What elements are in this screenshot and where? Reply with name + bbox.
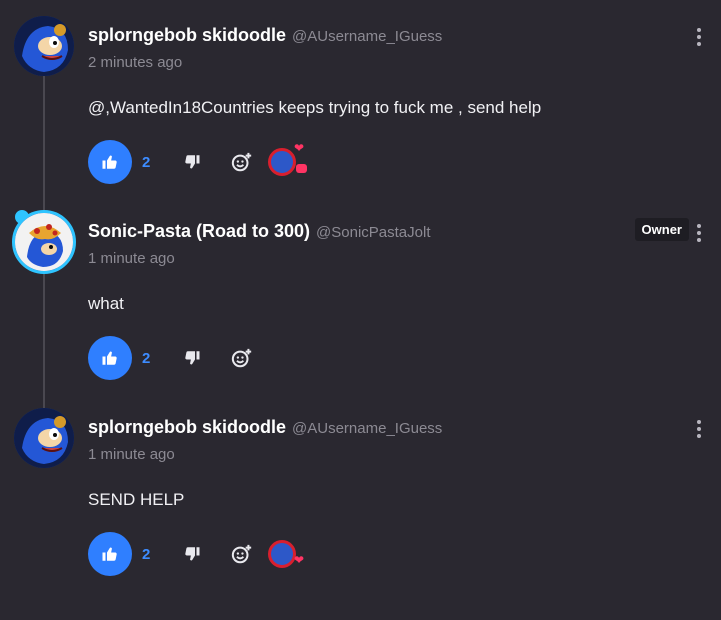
add-reaction-button[interactable] <box>222 140 262 184</box>
display-name[interactable]: splorngebob skidoodle <box>88 417 286 437</box>
comment-actions: 2 ❤ <box>88 140 307 184</box>
like-count: 2 <box>142 153 151 171</box>
like-button[interactable] <box>88 336 132 380</box>
add-reaction-icon <box>231 348 252 368</box>
comment-body: SEND HELP <box>88 490 185 509</box>
dislike-button[interactable] <box>172 532 212 576</box>
avatar[interactable] <box>12 210 76 274</box>
display-name[interactable]: splorngebob skidoodle <box>88 25 286 45</box>
comment-actions: 2 ❤ <box>88 532 304 576</box>
timestamp: 1 minute ago <box>88 446 175 463</box>
reactor-avatar <box>268 148 296 176</box>
add-reaction-icon <box>231 544 252 564</box>
like-button[interactable] <box>88 532 132 576</box>
display-name[interactable]: Sonic-Pasta (Road to 300) <box>88 221 310 241</box>
username-handle[interactable]: @AUsername_IGuess <box>292 420 442 437</box>
add-reaction-icon <box>231 152 252 172</box>
author-row: splorngebob skidoodle @AUsername_IGuess <box>88 417 442 438</box>
author-row: Sonic-Pasta (Road to 300) @SonicPastaJolt <box>88 221 431 242</box>
more-options-icon[interactable] <box>693 420 705 438</box>
reactor-avatar <box>268 540 296 568</box>
like-count: 2 <box>142 545 151 563</box>
reaction-user-avatar[interactable]: ❤ <box>268 536 304 572</box>
timestamp: 1 minute ago <box>88 250 175 267</box>
timestamp: 2 minutes ago <box>88 54 183 71</box>
owner-badge: Owner <box>634 218 689 241</box>
reaction-user-avatar[interactable]: ❤ <box>268 141 307 180</box>
avatar[interactable] <box>14 408 74 468</box>
thumbs-up-icon <box>102 547 117 561</box>
username-handle[interactable]: @AUsername_IGuess <box>292 28 442 45</box>
add-reaction-button[interactable] <box>222 336 262 380</box>
add-reaction-button[interactable] <box>222 532 262 576</box>
thumbs-down-icon <box>185 351 200 365</box>
comment-actions: 2 <box>88 336 262 380</box>
thumbs-up-icon <box>102 351 117 365</box>
avatar[interactable] <box>14 16 74 76</box>
more-options-icon[interactable] <box>693 28 705 46</box>
more-options-icon[interactable] <box>693 224 705 242</box>
comment-bubble-icon <box>296 164 307 173</box>
like-count: 2 <box>142 349 151 367</box>
thumbs-down-icon <box>185 155 200 169</box>
heart-icon: ❤ <box>294 141 305 155</box>
dislike-button[interactable] <box>172 336 212 380</box>
dislike-button[interactable] <box>172 140 212 184</box>
author-row: splorngebob skidoodle @AUsername_IGuess <box>88 25 442 46</box>
like-button[interactable] <box>88 140 132 184</box>
comment-body: what <box>88 294 124 313</box>
comment-body: @,WantedIn18Countries keeps trying to fu… <box>88 98 542 117</box>
username-handle[interactable]: @SonicPastaJolt <box>316 224 430 241</box>
thumbs-up-icon <box>102 155 117 169</box>
thumbs-down-icon <box>185 547 200 561</box>
heart-icon: ❤ <box>294 553 305 567</box>
